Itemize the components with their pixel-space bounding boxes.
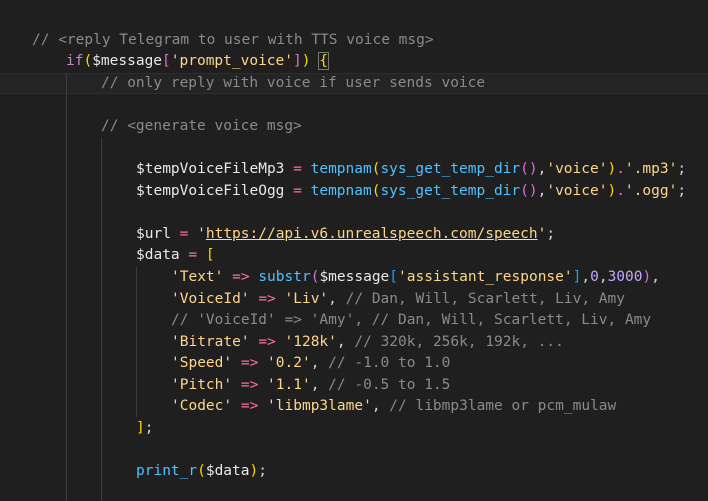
variable: $data bbox=[205, 463, 250, 479]
code-line-bitrate: 'Bitrate' => '128k', // 320k, 256k, 192k… bbox=[171, 332, 564, 354]
comma: , bbox=[371, 398, 381, 414]
number: 3000 bbox=[607, 269, 643, 285]
variable: $message bbox=[92, 53, 163, 69]
variable: $url bbox=[136, 226, 171, 242]
string: 'libmp3lame' bbox=[267, 398, 372, 414]
comma: , bbox=[598, 269, 608, 285]
function-name: substr bbox=[258, 269, 311, 285]
code-line-comment: // <generate voice msg> bbox=[101, 118, 302, 134]
array-key: 'VoiceId' bbox=[171, 291, 250, 307]
operator: => bbox=[232, 269, 250, 285]
code-line-voiceid: 'VoiceId' => 'Liv', // Dan, Will, Scarle… bbox=[171, 289, 625, 311]
array-key: 'Text' bbox=[171, 269, 224, 285]
string: '128k' bbox=[284, 334, 337, 350]
paren: ) bbox=[607, 161, 617, 177]
semicolon: ; bbox=[546, 226, 556, 242]
variable: $tempVoiceFileOgg bbox=[136, 183, 285, 199]
string: '.ogg' bbox=[624, 183, 678, 199]
code-line-data: $data = [ bbox=[136, 245, 215, 267]
operator: => bbox=[258, 334, 276, 350]
brace-open: { bbox=[318, 52, 329, 70]
operator: . bbox=[616, 161, 625, 177]
bracket: ] bbox=[293, 53, 302, 69]
code-line-comment: // only reply with voice if user sends v… bbox=[101, 75, 486, 91]
operator: => bbox=[240, 377, 259, 393]
paren: ( bbox=[83, 53, 93, 69]
variable: $message bbox=[319, 269, 390, 285]
paren: () bbox=[520, 183, 538, 199]
code-line-ogg: $tempVoiceFileOgg = tempnam(sys_get_temp… bbox=[136, 181, 686, 203]
url-link[interactable]: https://api.v6.unrealspeech.com/speech bbox=[206, 226, 538, 242]
semicolon: ; bbox=[258, 463, 267, 479]
code-line-comment: // 'VoiceId' => 'Amy', // Dan, Will, Sca… bbox=[171, 312, 652, 328]
string: '1.1' bbox=[267, 377, 311, 393]
bracket-close: ] bbox=[136, 420, 145, 436]
comma: , bbox=[328, 291, 337, 307]
operator: = bbox=[188, 247, 198, 263]
variable: $tempVoiceFileMp3 bbox=[136, 161, 285, 177]
comma: , bbox=[651, 269, 660, 285]
code-line-speed: 'Speed' => '0.2', // -1.0 to 1.0 bbox=[171, 353, 450, 375]
code-line-print: print_r($data); bbox=[136, 461, 267, 483]
string: '0.2' bbox=[267, 355, 311, 371]
operator: => bbox=[240, 355, 259, 371]
keyword-if: if bbox=[66, 53, 84, 69]
function-name: tempnam bbox=[310, 161, 372, 177]
operator: => bbox=[258, 291, 276, 307]
bracket-open: [ bbox=[205, 247, 215, 263]
array-key: 'Pitch' bbox=[171, 377, 233, 393]
paren: ) bbox=[607, 183, 617, 199]
variable: $data bbox=[136, 247, 180, 263]
function-name: sys_get_temp_dir bbox=[380, 183, 521, 199]
code-line-mp3: $tempVoiceFileMp3 = tempnam(sys_get_temp… bbox=[136, 159, 686, 181]
inline-comment: // libmp3lame or pcm_mulaw bbox=[389, 398, 617, 414]
code-editor[interactable]: // <reply Telegram to user with TTS voic… bbox=[0, 0, 708, 501]
semicolon: ; bbox=[677, 161, 687, 177]
code-line-comment: // <reply Telegram to user with TTS voic… bbox=[32, 32, 434, 48]
code-line-text: 'Text' => substr($message['assistant_res… bbox=[171, 267, 660, 289]
paren: () bbox=[520, 161, 538, 177]
bracket: [ bbox=[389, 269, 399, 285]
code-line-codec: 'Codec' => 'libmp3lame', // libmp3lame o… bbox=[171, 396, 616, 418]
code-line-if: if($message['prompt_voice']) { bbox=[66, 51, 329, 73]
string-quote: ' bbox=[197, 226, 206, 242]
inline-comment: // -0.5 to 1.5 bbox=[328, 377, 451, 393]
comma: , bbox=[336, 334, 346, 350]
operator: = bbox=[293, 161, 302, 177]
string: 'prompt_voice' bbox=[170, 53, 293, 69]
string: 'voice' bbox=[546, 161, 608, 177]
function-name: print_r bbox=[136, 463, 198, 479]
semicolon: ; bbox=[144, 420, 154, 436]
paren: ) bbox=[249, 463, 259, 479]
operator: => bbox=[240, 398, 259, 414]
code-line-url: $url = 'https://api.v6.unrealspeech.com/… bbox=[136, 224, 555, 246]
indent-guide bbox=[101, 138, 102, 501]
inline-comment: // -1.0 to 1.0 bbox=[328, 355, 451, 371]
array-key: 'Codec' bbox=[171, 398, 233, 414]
array-key: 'Bitrate' bbox=[171, 334, 250, 350]
operator: = bbox=[293, 183, 302, 199]
inline-comment: // 320k, 256k, 192k, ... bbox=[354, 334, 564, 350]
comma: , bbox=[581, 269, 591, 285]
code-line-array-close: ]; bbox=[136, 418, 153, 440]
number: 0 bbox=[590, 269, 599, 285]
operator: . bbox=[616, 183, 625, 199]
string: 'voice' bbox=[546, 183, 608, 199]
indent-guide bbox=[136, 267, 137, 417]
semicolon: ; bbox=[677, 183, 687, 199]
paren: ) bbox=[642, 269, 652, 285]
array-key: 'Speed' bbox=[171, 355, 233, 371]
function-name: tempnam bbox=[310, 183, 372, 199]
inline-comment: // Dan, Will, Scarlett, Liv, Amy bbox=[345, 291, 625, 307]
string: 'Liv' bbox=[284, 291, 329, 307]
string: '.mp3' bbox=[624, 161, 678, 177]
code-line-pitch: 'Pitch' => '1.1', // -0.5 to 1.5 bbox=[171, 375, 450, 397]
bracket: [ bbox=[162, 53, 171, 69]
string: 'assistant_response' bbox=[398, 269, 573, 285]
paren: ( bbox=[197, 463, 206, 479]
indent-guide bbox=[66, 73, 67, 501]
function-name: sys_get_temp_dir bbox=[380, 161, 521, 177]
